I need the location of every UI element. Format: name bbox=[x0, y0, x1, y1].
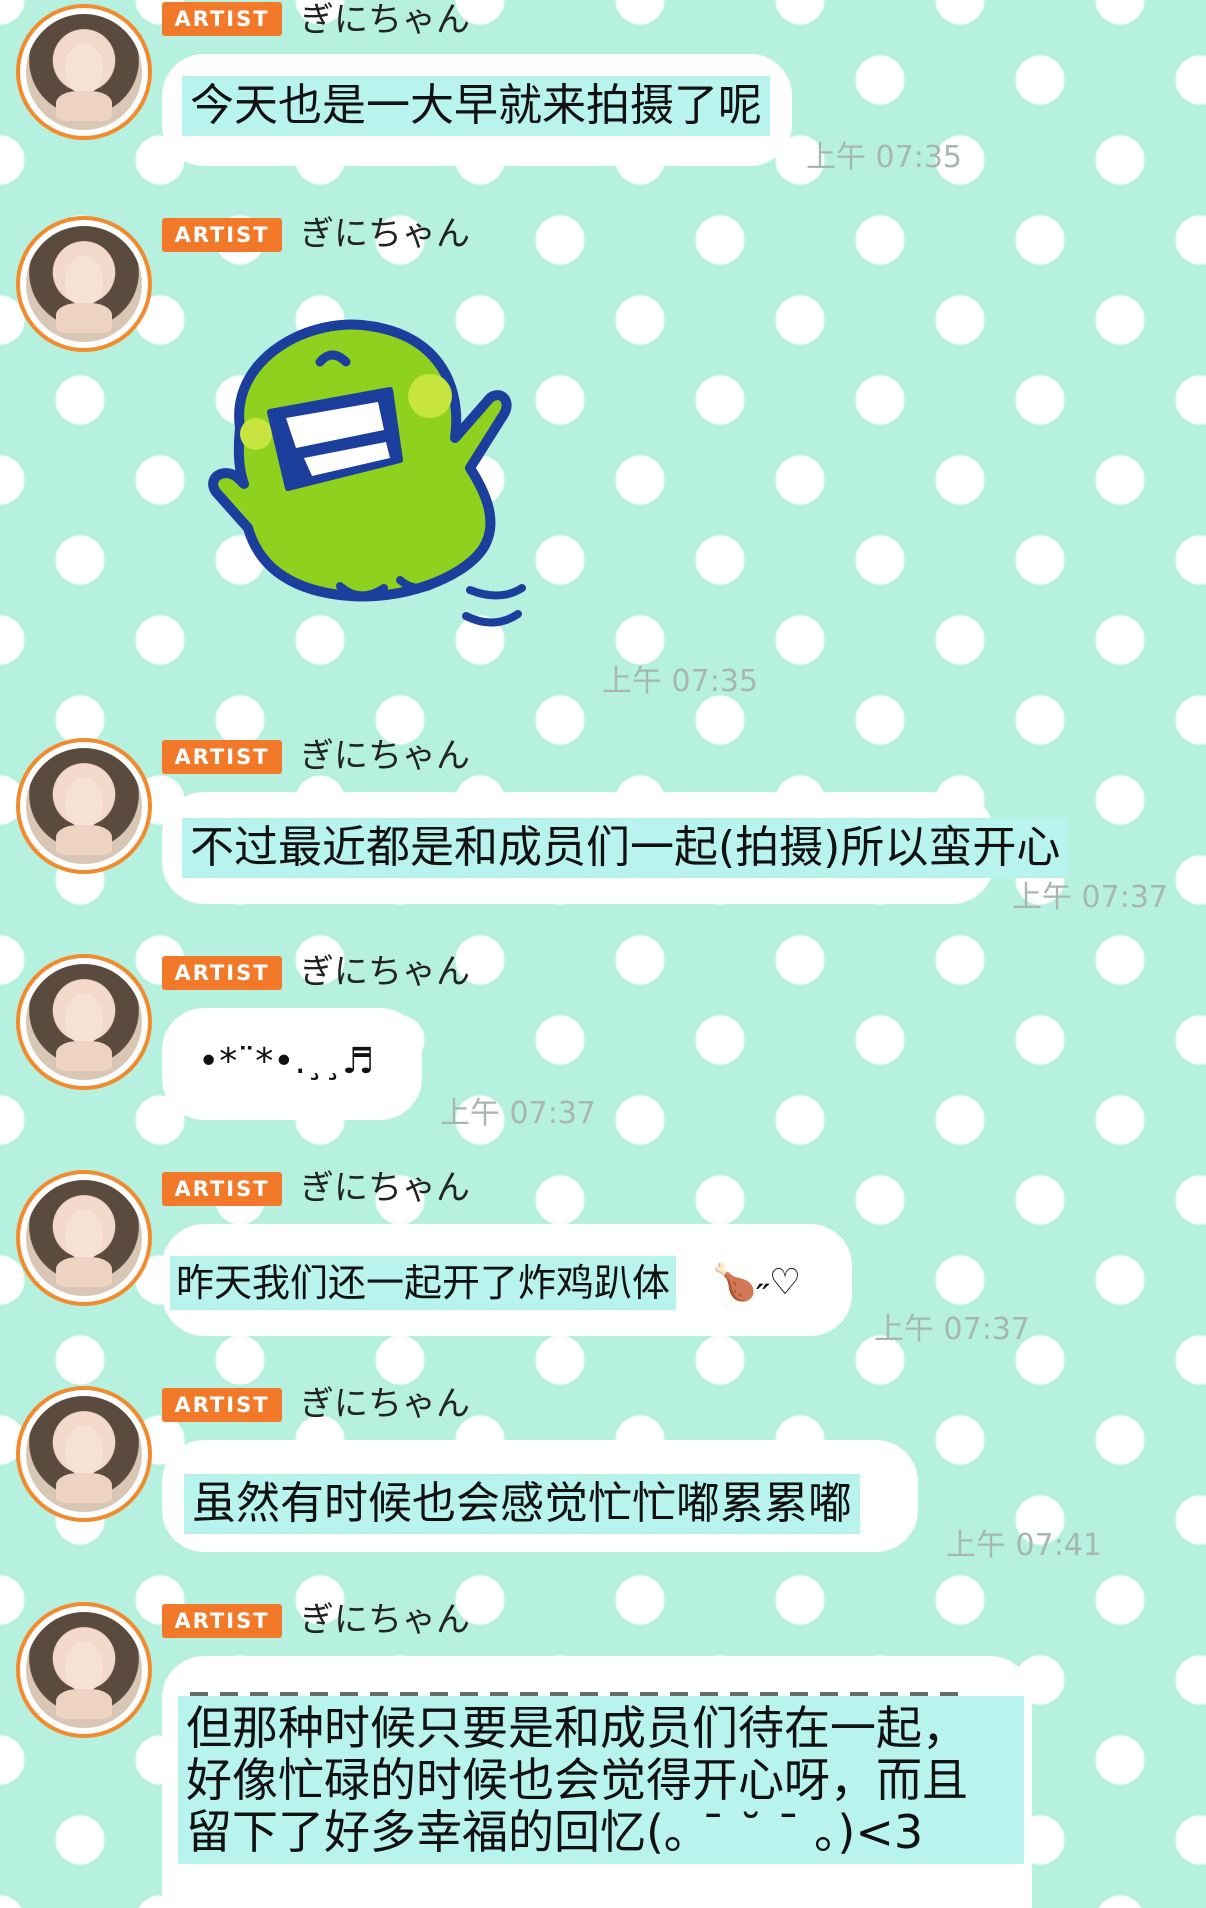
message-line: 但那种时候只要是和成员们待在一起， bbox=[186, 1701, 968, 1755]
message-time: 上午 07:35 bbox=[806, 140, 962, 175]
artist-badge: ARTIST bbox=[162, 1604, 282, 1638]
avatar[interactable] bbox=[16, 738, 152, 874]
avatar[interactable] bbox=[16, 4, 152, 140]
avatar[interactable] bbox=[16, 1386, 152, 1522]
message-time: 上午 07:37 bbox=[874, 1312, 1030, 1347]
artist-badge: ARTIST bbox=[162, 218, 282, 252]
sender-name: ぎにちゃん bbox=[300, 214, 470, 254]
message-time: 上午 07:41 bbox=[946, 1528, 1102, 1563]
artist-badge: ARTIST bbox=[162, 1172, 282, 1206]
sender-name: ぎにちゃん bbox=[300, 1168, 470, 1208]
chicken-heart-emoji: 🍗˶♡ bbox=[712, 1262, 802, 1303]
avatar[interactable] bbox=[16, 1602, 152, 1738]
avatar[interactable] bbox=[16, 216, 152, 352]
message-time: 上午 07:35 bbox=[602, 664, 758, 699]
message-text: 昨天我们还一起开了炸鸡趴体 bbox=[170, 1256, 677, 1310]
artist-badge: ARTIST bbox=[162, 1388, 282, 1422]
message-text: 不过最近都是和成员们一起(拍摄)所以蛮开心 bbox=[182, 818, 1069, 878]
sender-name: ぎにちゃん bbox=[300, 0, 470, 40]
artist-badge: ARTIST bbox=[162, 2, 282, 36]
message-time: 上午 07:37 bbox=[440, 1096, 596, 1131]
message-line: 好像忙碌的时候也会觉得开心呀，而且 bbox=[186, 1753, 968, 1807]
green-tamagotchi-character-sticker[interactable] bbox=[200, 318, 540, 638]
artist-badge: ARTIST bbox=[162, 740, 282, 774]
message-text: •*¨*•.¸¸♬ bbox=[198, 1041, 375, 1082]
artist-badge: ARTIST bbox=[162, 956, 282, 990]
avatar[interactable] bbox=[16, 954, 152, 1090]
message-text-multiline: 但那种时候只要是和成员们待在一起， 好像忙碌的时候也会觉得开心呀，而且 留下了好… bbox=[178, 1696, 1024, 1864]
message-text: 虽然有时候也会感觉忙忙嘟累累嘟 bbox=[184, 1474, 860, 1534]
sender-name: ぎにちゃん bbox=[300, 736, 470, 776]
message-time: 上午 07:37 bbox=[1012, 880, 1168, 915]
message-line: 留下了好多幸福的回忆(｡ ¯ ˘ ¯ ｡)<3 bbox=[186, 1805, 924, 1859]
sender-name: ぎにちゃん bbox=[300, 952, 470, 992]
avatar[interactable] bbox=[16, 1170, 152, 1306]
sender-name: ぎにちゃん bbox=[300, 1600, 470, 1640]
sender-name: ぎにちゃん bbox=[300, 1384, 470, 1424]
message-text: 今天也是一大早就来拍摄了呢 bbox=[182, 76, 770, 136]
